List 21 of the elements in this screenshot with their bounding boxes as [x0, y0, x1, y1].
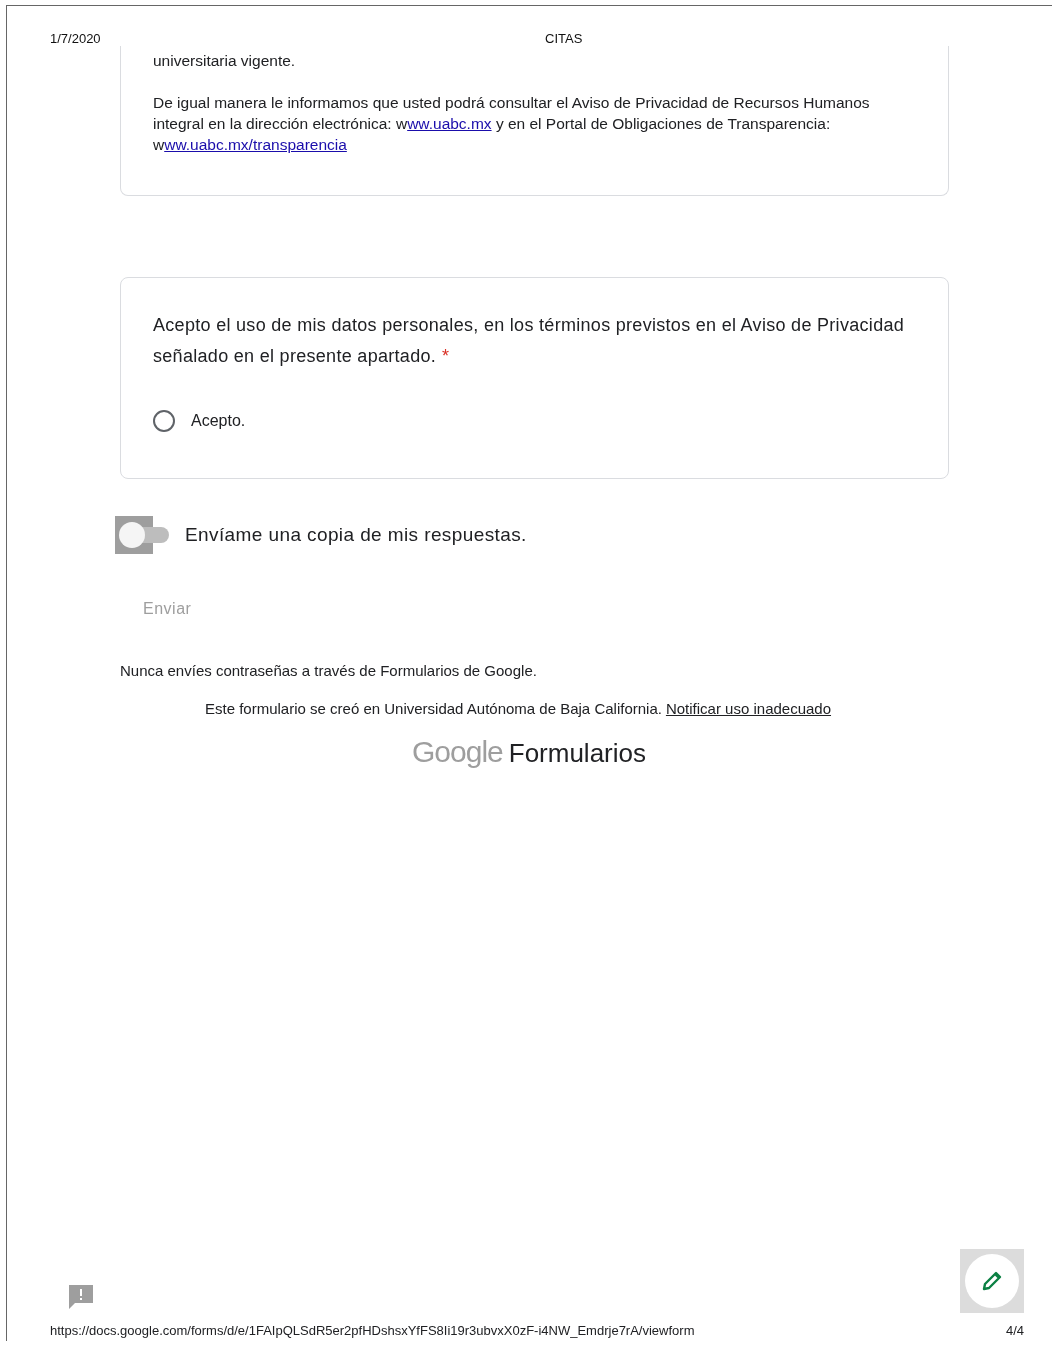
- toggle-switch[interactable]: [115, 516, 169, 554]
- report-link[interactable]: Notificar uso inadecuado: [665, 700, 832, 717]
- notice-link[interactable]: ww.uabc.mx: [407, 115, 492, 132]
- created-by-text: Este formulario se creó en Universidad Autónoma de Baja California. Notificar uso inadecuado: [205, 700, 833, 717]
- page-title: CITAS: [545, 31, 583, 46]
- edit-button[interactable]: [960, 1249, 1024, 1313]
- option-label: Acepto.: [191, 412, 246, 430]
- page-number: 4/4: [1005, 1323, 1024, 1338]
- feedback-icon[interactable]: [67, 1283, 95, 1311]
- notice-paragraph: universitaria vigente.: [153, 51, 297, 71]
- print-date: 1/7/2020: [50, 31, 102, 46]
- radio-button[interactable]: [153, 410, 175, 432]
- notice-link[interactable]: ww.uabc.mx/transparencia: [164, 136, 347, 153]
- notice-paragraph: De igual manera le informamos que usted podrá consultar el Aviso de Privacidad de Recursos Humanos integral en la dirección electrónica: www.uabc.mx y en el Portal de Obligaciones de Transparencia: www.uabc.mx/transparencia: [153, 93, 871, 155]
- page-url: https://docs.google.com/forms/d/e/1FAIpQLSdR5er2pfHDshsxYfFS8Ii19r3ubvxX0zF-i4NW_Emdrje7rA/viewform: [50, 1323, 695, 1338]
- password-warning: Nunca envíes contraseñas a través de Formularios de Google.: [120, 662, 538, 679]
- question-text: Acepto el uso de mis datos personales, en los términos previstos en el Aviso de Privacidad señalado en el presente apartado. *: [153, 314, 906, 368]
- logo-product-name: Formularios: [508, 738, 646, 769]
- pencil-icon: [980, 1269, 1004, 1293]
- logo-wordmark: Google: [412, 735, 503, 769]
- toggle-label: Envíame una copia de mis respuestas.: [185, 524, 527, 546]
